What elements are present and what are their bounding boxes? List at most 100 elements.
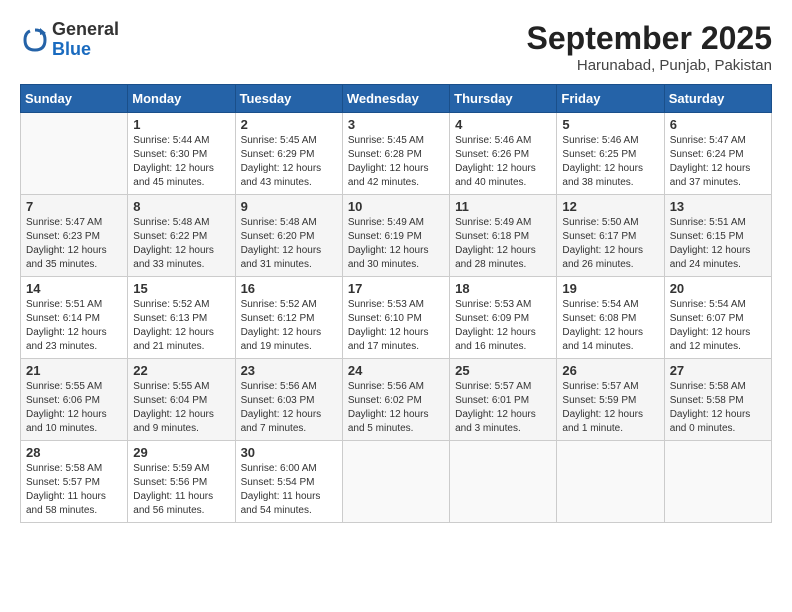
day-info: Sunrise: 5:44 AM Sunset: 6:30 PM Dayligh…: [133, 134, 229, 190]
day-info: Sunrise: 5:49 AM Sunset: 6:19 PM Dayligh…: [348, 216, 444, 272]
calendar-cell: 1 Sunrise: 5:44 AM Sunset: 6:30 PM Daylig…: [128, 113, 235, 195]
day-number: 20: [670, 281, 766, 296]
day-number: 14: [26, 281, 122, 296]
calendar-cell: 8 Sunrise: 5:48 AM Sunset: 6:22 PM Daylig…: [128, 195, 235, 277]
month-title: September 2025: [527, 20, 772, 57]
calendar-table: SundayMondayTuesdayWednesdayThursdayFrid…: [20, 84, 772, 523]
day-info: Sunrise: 5:48 AM Sunset: 6:22 PM Dayligh…: [133, 216, 229, 272]
day-number: 26: [562, 363, 658, 378]
page-header: General Blue September 2025 Harunabad, P…: [20, 20, 772, 74]
day-info: Sunrise: 5:59 AM Sunset: 5:56 PM Dayligh…: [133, 462, 229, 518]
day-number: 11: [455, 199, 551, 214]
weekday-header-row: SundayMondayTuesdayWednesdayThursdayFrid…: [21, 85, 772, 113]
weekday-header-saturday: Saturday: [664, 85, 771, 113]
logo-text: General Blue: [52, 20, 119, 60]
calendar-cell: 17 Sunrise: 5:53 AM Sunset: 6:10 PM Dayli…: [342, 277, 449, 359]
calendar-week-4: 21 Sunrise: 5:55 AM Sunset: 6:06 PM Dayli…: [21, 359, 772, 441]
day-info: Sunrise: 5:57 AM Sunset: 6:01 PM Dayligh…: [455, 380, 551, 436]
day-number: 29: [133, 445, 229, 460]
calendar-cell: 22 Sunrise: 5:55 AM Sunset: 6:04 PM Dayli…: [128, 359, 235, 441]
day-number: 1: [133, 117, 229, 132]
calendar-cell: 3 Sunrise: 5:45 AM Sunset: 6:28 PM Daylig…: [342, 113, 449, 195]
day-info: Sunrise: 5:55 AM Sunset: 6:04 PM Dayligh…: [133, 380, 229, 436]
day-number: 16: [241, 281, 337, 296]
day-info: Sunrise: 5:53 AM Sunset: 6:10 PM Dayligh…: [348, 298, 444, 354]
day-number: 15: [133, 281, 229, 296]
day-info: Sunrise: 5:47 AM Sunset: 6:23 PM Dayligh…: [26, 216, 122, 272]
calendar-cell: [450, 441, 557, 523]
calendar-cell: 21 Sunrise: 5:55 AM Sunset: 6:06 PM Dayli…: [21, 359, 128, 441]
calendar-cell: 2 Sunrise: 5:45 AM Sunset: 6:29 PM Daylig…: [235, 113, 342, 195]
day-number: 17: [348, 281, 444, 296]
calendar-week-3: 14 Sunrise: 5:51 AM Sunset: 6:14 PM Dayli…: [21, 277, 772, 359]
day-number: 19: [562, 281, 658, 296]
day-number: 8: [133, 199, 229, 214]
calendar-cell: 23 Sunrise: 5:56 AM Sunset: 6:03 PM Dayli…: [235, 359, 342, 441]
calendar-body: 1 Sunrise: 5:44 AM Sunset: 6:30 PM Daylig…: [21, 113, 772, 523]
day-info: Sunrise: 5:52 AM Sunset: 6:12 PM Dayligh…: [241, 298, 337, 354]
calendar-cell: 7 Sunrise: 5:47 AM Sunset: 6:23 PM Daylig…: [21, 195, 128, 277]
day-info: Sunrise: 5:56 AM Sunset: 6:03 PM Dayligh…: [241, 380, 337, 436]
day-info: Sunrise: 5:51 AM Sunset: 6:15 PM Dayligh…: [670, 216, 766, 272]
day-info: Sunrise: 5:54 AM Sunset: 6:07 PM Dayligh…: [670, 298, 766, 354]
day-number: 12: [562, 199, 658, 214]
calendar-cell: 28Sunrise: 5:58 AM Sunset: 5:57 PM Dayli…: [21, 441, 128, 523]
logo: General Blue: [20, 20, 119, 60]
calendar-cell: 10 Sunrise: 5:49 AM Sunset: 6:19 PM Dayli…: [342, 195, 449, 277]
day-number: 10: [348, 199, 444, 214]
weekday-header-sunday: Sunday: [21, 85, 128, 113]
day-number: 4: [455, 117, 551, 132]
day-info: Sunrise: 5:50 AM Sunset: 6:17 PM Dayligh…: [562, 216, 658, 272]
calendar-cell: 19 Sunrise: 5:54 AM Sunset: 6:08 PM Dayli…: [557, 277, 664, 359]
day-info: Sunrise: 5:47 AM Sunset: 6:24 PM Dayligh…: [670, 134, 766, 190]
weekday-header-friday: Friday: [557, 85, 664, 113]
day-number: 2: [241, 117, 337, 132]
day-number: 22: [133, 363, 229, 378]
day-info: Sunrise: 5:57 AM Sunset: 5:59 PM Dayligh…: [562, 380, 658, 436]
day-info: Sunrise: 5:56 AM Sunset: 6:02 PM Dayligh…: [348, 380, 444, 436]
day-info: Sunrise: 5:46 AM Sunset: 6:25 PM Dayligh…: [562, 134, 658, 190]
day-number: 3: [348, 117, 444, 132]
day-number: 7: [26, 199, 122, 214]
day-info: Sunrise: 6:00 AM Sunset: 5:54 PM Dayligh…: [241, 462, 337, 518]
calendar-cell: 11 Sunrise: 5:49 AM Sunset: 6:18 PM Dayli…: [450, 195, 557, 277]
calendar-cell: 26 Sunrise: 5:57 AM Sunset: 5:59 PM Dayli…: [557, 359, 664, 441]
calendar-cell: 20 Sunrise: 5:54 AM Sunset: 6:07 PM Dayli…: [664, 277, 771, 359]
day-number: 27: [670, 363, 766, 378]
day-number: 24: [348, 363, 444, 378]
calendar-cell: 6 Sunrise: 5:47 AM Sunset: 6:24 PM Daylig…: [664, 113, 771, 195]
day-info: Sunrise: 5:46 AM Sunset: 6:26 PM Dayligh…: [455, 134, 551, 190]
calendar-cell: 18Sunrise: 5:53 AM Sunset: 6:09 PM Dayli…: [450, 277, 557, 359]
calendar-cell: [557, 441, 664, 523]
day-info: Sunrise: 5:45 AM Sunset: 6:28 PM Dayligh…: [348, 134, 444, 190]
day-info: Sunrise: 5:53 AM Sunset: 6:09 PM Dayligh…: [455, 298, 551, 354]
calendar-cell: 25Sunrise: 5:57 AM Sunset: 6:01 PM Dayli…: [450, 359, 557, 441]
day-number: 30: [241, 445, 337, 460]
title-block: September 2025 Harunabad, Punjab, Pakist…: [527, 20, 772, 74]
day-number: 13: [670, 199, 766, 214]
location-subtitle: Harunabad, Punjab, Pakistan: [527, 57, 772, 74]
day-number: 6: [670, 117, 766, 132]
calendar-cell: 24 Sunrise: 5:56 AM Sunset: 6:02 PM Dayli…: [342, 359, 449, 441]
day-info: Sunrise: 5:45 AM Sunset: 6:29 PM Dayligh…: [241, 134, 337, 190]
day-info: Sunrise: 5:54 AM Sunset: 6:08 PM Dayligh…: [562, 298, 658, 354]
day-number: 21: [26, 363, 122, 378]
weekday-header-thursday: Thursday: [450, 85, 557, 113]
day-info: Sunrise: 5:52 AM Sunset: 6:13 PM Dayligh…: [133, 298, 229, 354]
day-info: Sunrise: 5:55 AM Sunset: 6:06 PM Dayligh…: [26, 380, 122, 436]
day-number: 9: [241, 199, 337, 214]
weekday-header-tuesday: Tuesday: [235, 85, 342, 113]
day-info: Sunrise: 5:49 AM Sunset: 6:18 PM Dayligh…: [455, 216, 551, 272]
calendar-header: SundayMondayTuesdayWednesdayThursdayFrid…: [21, 85, 772, 113]
calendar-cell: 16 Sunrise: 5:52 AM Sunset: 6:12 PM Dayli…: [235, 277, 342, 359]
calendar-cell: 27 Sunrise: 5:58 AM Sunset: 5:58 PM Dayli…: [664, 359, 771, 441]
day-number: 5: [562, 117, 658, 132]
day-info: Sunrise: 5:51 AM Sunset: 6:14 PM Dayligh…: [26, 298, 122, 354]
calendar-week-5: 28Sunrise: 5:58 AM Sunset: 5:57 PM Dayli…: [21, 441, 772, 523]
calendar-cell: 30 Sunrise: 6:00 AM Sunset: 5:54 PM Dayli…: [235, 441, 342, 523]
calendar-cell: 5 Sunrise: 5:46 AM Sunset: 6:25 PM Daylig…: [557, 113, 664, 195]
day-info: Sunrise: 5:58 AM Sunset: 5:58 PM Dayligh…: [670, 380, 766, 436]
day-number: 23: [241, 363, 337, 378]
calendar-week-1: 1 Sunrise: 5:44 AM Sunset: 6:30 PM Daylig…: [21, 113, 772, 195]
calendar-cell: 13 Sunrise: 5:51 AM Sunset: 6:15 PM Dayli…: [664, 195, 771, 277]
